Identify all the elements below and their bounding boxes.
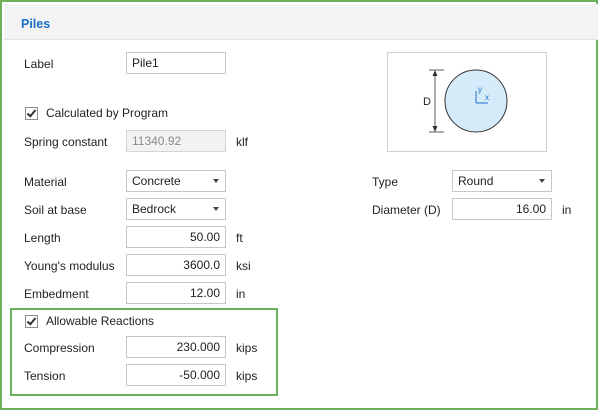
calculated-label: Calculated by Program bbox=[46, 106, 169, 120]
length-unit: ft bbox=[236, 231, 243, 245]
arrow-down-icon bbox=[432, 126, 438, 132]
pile-section-diagram: D y x bbox=[387, 52, 547, 152]
calculated-checkbox[interactable]: Calculated by Program bbox=[25, 106, 168, 120]
material-value: Concrete bbox=[132, 174, 181, 188]
diameter-unit: in bbox=[562, 203, 572, 217]
label-input[interactable]: Pile1 bbox=[126, 52, 226, 74]
embedment-label: Embedment bbox=[24, 287, 89, 301]
axis-x-label: x bbox=[485, 93, 489, 102]
compression-unit: kips bbox=[236, 341, 258, 355]
material-label: Material bbox=[24, 175, 67, 189]
soil-value: Bedrock bbox=[132, 202, 177, 216]
soil-label: Soil at base bbox=[24, 203, 87, 217]
chevron-down-icon bbox=[213, 179, 219, 183]
tension-label: Tension bbox=[24, 369, 66, 383]
section-title: Piles bbox=[21, 17, 51, 31]
type-select[interactable]: Round bbox=[452, 170, 552, 192]
modulus-unit: ksi bbox=[236, 259, 251, 273]
type-value: Round bbox=[458, 174, 494, 188]
tension-unit: kips bbox=[236, 369, 258, 383]
diameter-label: Diameter (D) bbox=[372, 203, 441, 217]
length-input[interactable]: 50.00 bbox=[126, 226, 226, 248]
length-label: Length bbox=[24, 231, 61, 245]
allowable-reactions-checkbox[interactable]: Allowable Reactions bbox=[25, 314, 154, 328]
tension-input[interactable]: -50.000 bbox=[126, 364, 226, 386]
soil-select[interactable]: Bedrock bbox=[126, 198, 226, 220]
spring-constant-input: 11340.92 bbox=[126, 130, 226, 152]
spring-constant-label: Spring constant bbox=[24, 135, 108, 149]
diameter-input[interactable]: 16.00 bbox=[452, 198, 552, 220]
material-select[interactable]: Concrete bbox=[126, 170, 226, 192]
compression-label: Compression bbox=[24, 341, 95, 355]
check-icon bbox=[26, 314, 37, 326]
embedment-input[interactable]: 12.00 bbox=[126, 282, 226, 304]
type-label: Type bbox=[372, 175, 399, 189]
embedment-unit: in bbox=[236, 287, 246, 301]
checkbox-box[interactable] bbox=[25, 314, 38, 328]
pile-section-svg: D y x bbox=[423, 69, 508, 133]
arrow-up-icon bbox=[432, 70, 438, 76]
allowable-reactions-label: Allowable Reactions bbox=[46, 314, 155, 328]
dimension-label: D bbox=[423, 96, 431, 108]
modulus-input[interactable]: 3600.0 bbox=[126, 254, 226, 276]
modulus-label: Young's modulus bbox=[24, 259, 115, 273]
spring-constant-unit: klf bbox=[236, 135, 248, 149]
chevron-down-icon bbox=[213, 207, 219, 211]
section-header: Piles bbox=[4, 4, 598, 40]
chevron-down-icon bbox=[539, 179, 545, 183]
axis-y-label: y bbox=[478, 85, 482, 94]
label-field-label: Label bbox=[24, 57, 54, 71]
compression-input[interactable]: 230.000 bbox=[126, 336, 226, 358]
check-icon bbox=[26, 106, 37, 118]
checkbox-box[interactable] bbox=[25, 106, 38, 120]
